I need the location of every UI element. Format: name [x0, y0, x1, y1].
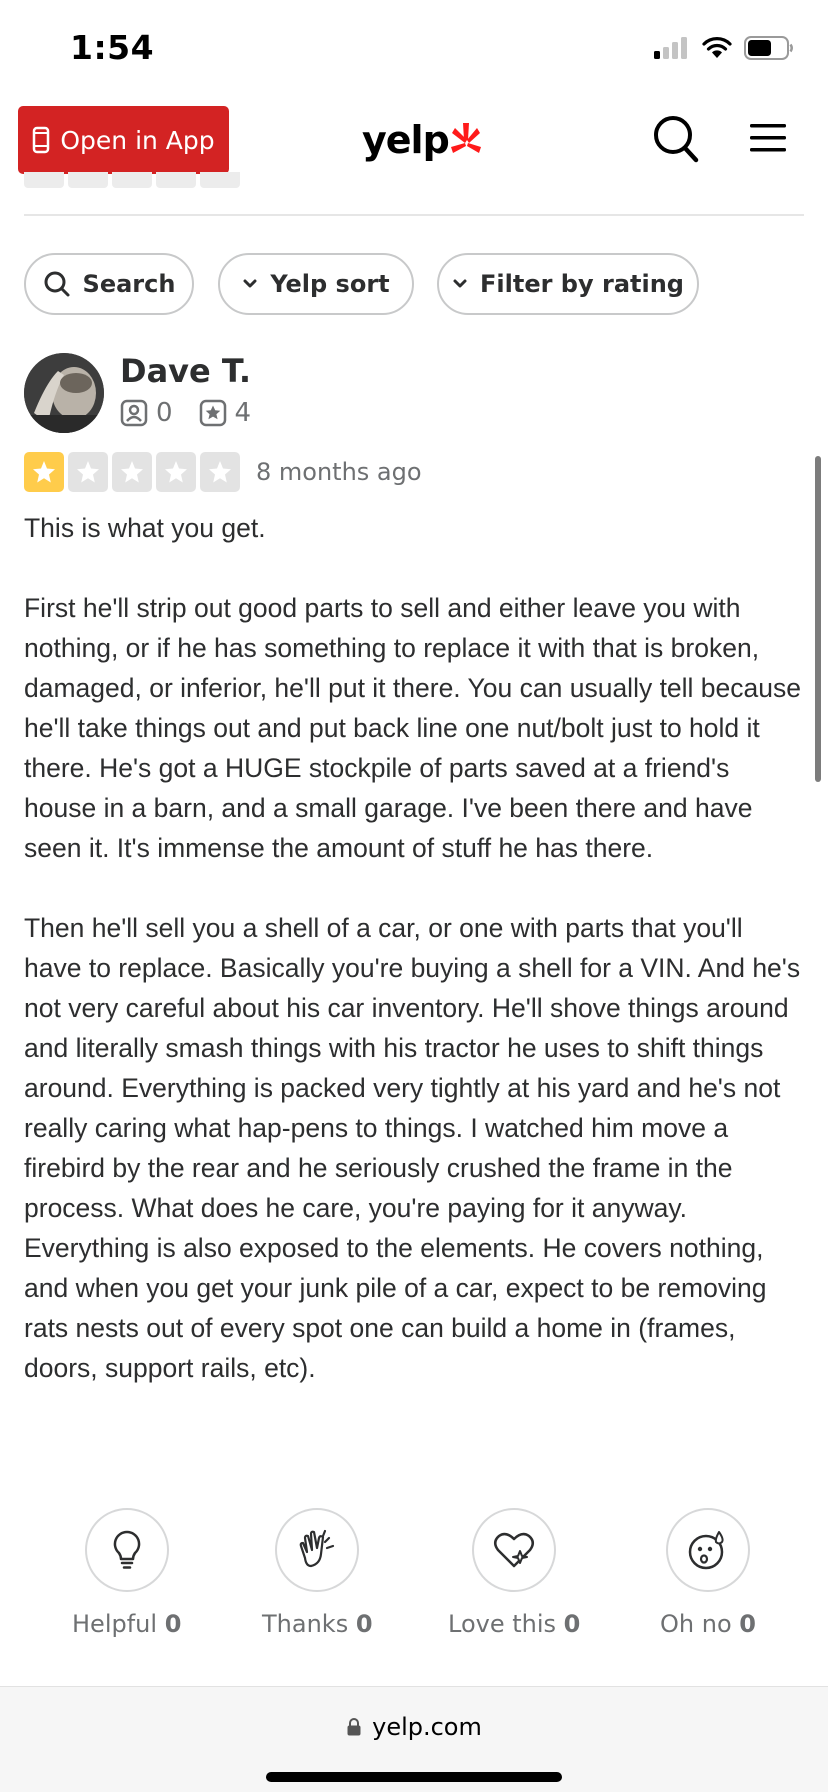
rating-star [156, 452, 196, 492]
rating-star [24, 452, 64, 492]
reaction-love-this-label: Love this 0 [448, 1610, 581, 1638]
search-icon [44, 271, 70, 297]
logo-text: yelp [362, 118, 450, 162]
reaction-love-this[interactable]: Love this 0 [448, 1508, 580, 1638]
chevron-down-icon [243, 279, 257, 288]
reaction-bar: Helpful 0 Thanks 0 Love this 0 Oh no 0 [0, 1508, 828, 1648]
reviews-count: 4 [234, 398, 252, 428]
yelp-logo[interactable]: yelp [362, 118, 483, 162]
reaction-helpful-count: 0 [164, 1610, 182, 1638]
site-header: Open in App yelp [0, 100, 828, 180]
review-paragraph: Then he'll sell you a shell of a car, or… [24, 913, 801, 1383]
yelp-burst-icon [450, 123, 481, 153]
previous-review-stars [24, 172, 240, 188]
lightbulb-icon [113, 1530, 140, 1569]
previous-star [68, 172, 108, 188]
reaction-helpful[interactable]: Helpful 0 [72, 1508, 181, 1638]
status-bar: 1:54 [0, 0, 828, 100]
search-icon [654, 116, 699, 163]
reaction-helpful-button[interactable] [84, 1508, 169, 1592]
reaction-thanks-button[interactable] [275, 1508, 360, 1592]
reaction-thanks-count: 0 [355, 1610, 373, 1638]
status-icons [654, 36, 794, 60]
open-in-app-button[interactable]: Open in App [18, 106, 229, 174]
rating-star [200, 452, 240, 492]
reviews-star-icon [199, 399, 226, 427]
filter-by-rating-label: Filter by rating [480, 270, 684, 298]
reaction-helpful-label: Helpful 0 [72, 1610, 182, 1638]
section-divider [24, 214, 804, 216]
lock-icon [347, 1718, 361, 1736]
friends-count: 0 [156, 398, 173, 428]
previous-star [24, 172, 64, 188]
filter-by-rating-dropdown[interactable]: Filter by rating [437, 253, 699, 315]
scrollbar[interactable] [815, 456, 821, 782]
reaction-oh-no-button[interactable] [665, 1508, 750, 1592]
status-time: 1:54 [70, 28, 155, 67]
home-indicator[interactable] [266, 1772, 562, 1782]
star-rating [24, 452, 240, 492]
hamburger-menu-icon [750, 124, 786, 152]
rating-star [68, 452, 108, 492]
avatar-image [24, 353, 104, 433]
reaction-oh-no[interactable]: Oh no 0 [660, 1508, 756, 1638]
menu-button[interactable] [748, 120, 788, 160]
reaction-love-this-button[interactable] [472, 1508, 557, 1592]
phone-icon [33, 126, 50, 154]
review-search-button[interactable]: Search [24, 253, 194, 315]
reaction-thanks[interactable]: Thanks 0 [262, 1508, 373, 1638]
signal-icon [654, 37, 687, 59]
battery-icon [744, 36, 793, 60]
review-search-label: Search [82, 270, 176, 298]
sort-label: Yelp sort [270, 270, 390, 298]
url-text: yelp.com [372, 1713, 482, 1741]
reaction-thanks-label: Thanks 0 [262, 1610, 373, 1638]
previous-star [200, 172, 240, 188]
previous-star [156, 172, 196, 188]
review-paragraph: First he'll strip out good parts to sell… [24, 593, 802, 863]
url-display[interactable]: yelp.com [0, 1713, 828, 1741]
open-in-app-label: Open in App [60, 125, 215, 155]
wifi-icon [702, 37, 732, 58]
review-body: This is what you get. First he'll strip … [24, 508, 804, 1428]
heart-icon [494, 1532, 535, 1568]
header-search-button[interactable] [652, 114, 700, 168]
friends-icon [120, 399, 148, 427]
review-paragraph: This is what you get. [24, 513, 266, 543]
browser-address-bar[interactable]: yelp.com [0, 1686, 828, 1792]
oh-no-face-icon [688, 1531, 724, 1570]
previous-star [112, 172, 152, 188]
reviewer-name[interactable]: Dave T. [120, 352, 251, 390]
reaction-love-this-count: 0 [563, 1610, 581, 1638]
chevron-down-icon [453, 279, 467, 288]
sort-dropdown[interactable]: Yelp sort [218, 253, 414, 315]
reviewer-stats: 0 4 [120, 398, 251, 428]
review-date: 8 months ago [256, 458, 422, 486]
reaction-oh-no-count: 0 [739, 1610, 756, 1638]
reaction-oh-no-label: Oh no 0 [660, 1610, 756, 1638]
reviewer-avatar[interactable] [24, 353, 104, 433]
clapping-hands-icon [299, 1529, 335, 1568]
rating-star [112, 452, 152, 492]
